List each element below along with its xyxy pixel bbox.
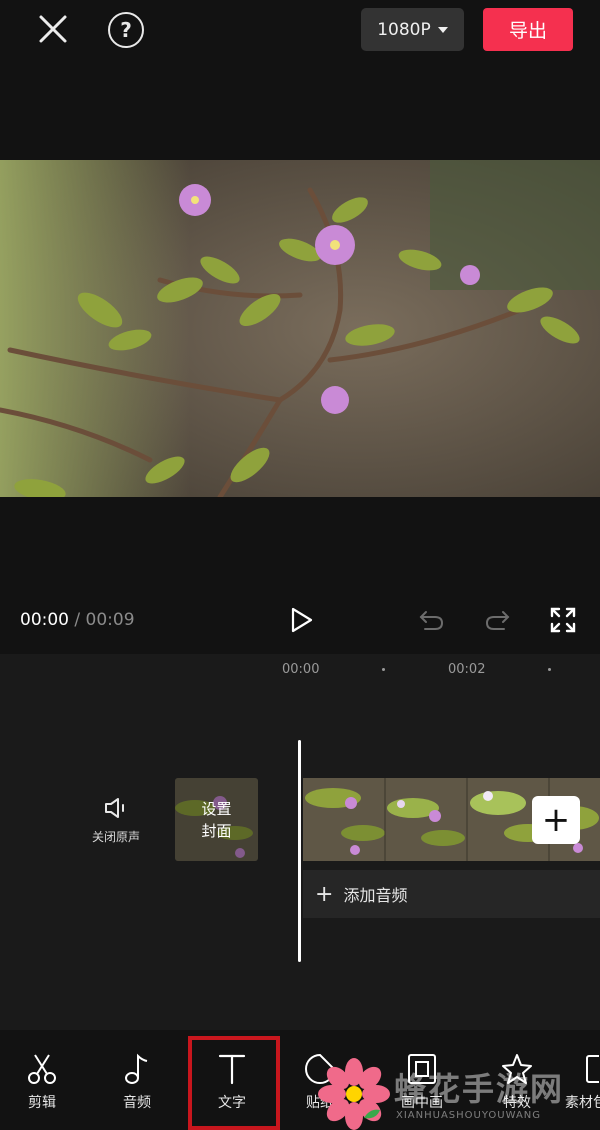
add-audio-label: 添加音频: [343, 886, 408, 905]
tool-label: 特效: [503, 1095, 531, 1111]
tool-effects[interactable]: 特效: [482, 1052, 552, 1112]
preview-image: [0, 160, 600, 497]
tool-audio[interactable]: 音频: [102, 1052, 172, 1112]
tool-label: 剪辑: [28, 1095, 56, 1111]
speaker-icon: [105, 798, 124, 818]
picture-in-picture-icon: [408, 1054, 436, 1084]
music-note-icon: [125, 1053, 148, 1084]
add-audio-button[interactable]: + 添加音频: [303, 870, 600, 918]
tool-sticker[interactable]: 贴纸: [285, 1052, 355, 1112]
cover-label-line2: 封面: [201, 821, 232, 840]
current-time: 00:00: [20, 610, 69, 630]
mute-original-button[interactable]: 关闭原声: [80, 796, 152, 845]
set-cover-button[interactable]: 设置 封面: [175, 778, 258, 861]
ruler-dot: [382, 668, 385, 671]
material-icon: [586, 1055, 599, 1083]
close-icon[interactable]: [34, 10, 72, 48]
timecode: 00:00 / 00:09: [20, 610, 135, 630]
tool-edit[interactable]: 剪辑: [7, 1052, 77, 1112]
time-separator: /: [74, 610, 81, 630]
star-effect-icon: [502, 1054, 532, 1084]
ruler-dot: [548, 668, 551, 671]
play-icon[interactable]: [287, 606, 315, 634]
add-clip-button[interactable]: +: [532, 796, 580, 844]
scissors-icon: [28, 1054, 56, 1084]
resolution-dropdown[interactable]: 1080P: [361, 8, 464, 51]
caret-down-icon: [437, 26, 448, 33]
bottom-toolbar: 剪辑 音频 文字 贴纸 画中画 特效 素材: [0, 1030, 600, 1130]
cover-label: 设置 封面: [175, 778, 258, 861]
total-time: 00:09: [85, 610, 135, 630]
timeline-panel[interactable]: 00:00 00:02 关闭原声 设置 封面 + + 添加音频: [0, 654, 600, 1030]
plus-icon: +: [315, 881, 334, 907]
playhead[interactable]: [298, 740, 301, 962]
tool-label: 画中画: [401, 1095, 443, 1111]
sticker-icon: [305, 1053, 336, 1084]
highlight-box: [188, 1036, 280, 1130]
help-icon[interactable]: ?: [108, 12, 144, 48]
undo-icon[interactable]: [417, 608, 445, 632]
ruler-time-1: 00:02: [448, 662, 486, 677]
cover-label-line1: 设置: [201, 799, 232, 818]
ruler-time-0: 00:00: [282, 662, 320, 677]
top-bar: ? 1080P 导出: [0, 0, 600, 62]
export-button[interactable]: 导出: [483, 8, 573, 51]
video-preview[interactable]: [0, 160, 600, 497]
tool-pip[interactable]: 画中画: [387, 1052, 457, 1112]
tool-label: 音频: [123, 1095, 151, 1111]
playback-controls: 00:00 / 00:09: [0, 598, 600, 644]
redo-icon[interactable]: [484, 608, 512, 632]
tool-label: 素材包: [565, 1095, 600, 1111]
resolution-label: 1080P: [377, 19, 431, 40]
fullscreen-icon[interactable]: [549, 606, 577, 634]
mute-label: 关闭原声: [91, 830, 140, 844]
tool-label: 贴纸: [306, 1095, 334, 1111]
tool-material[interactable]: 素材包: [565, 1052, 600, 1112]
